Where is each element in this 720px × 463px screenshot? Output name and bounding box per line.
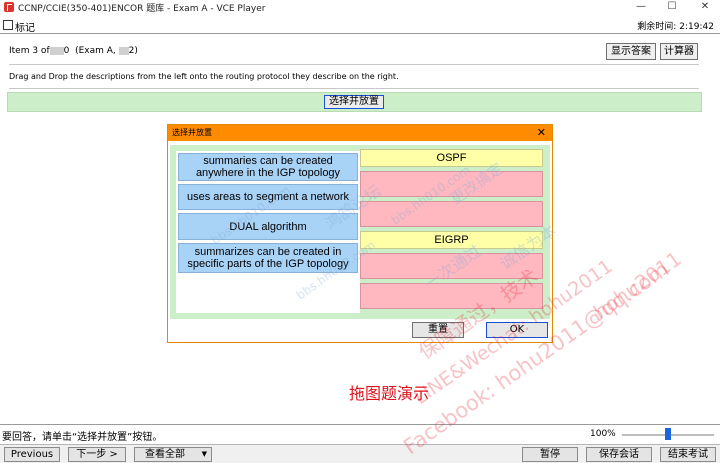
question-instruction: Drag and Drop the descriptions from the … <box>9 72 399 81</box>
select-and-place-dialog: 选择并放置 ✕ summaries can be created anywher… <box>167 124 553 343</box>
redacted-block <box>118 46 129 55</box>
drop-target-area: OSPF EIGRP <box>360 147 545 315</box>
previous-button[interactable]: Previous <box>4 447 60 462</box>
demo-caption: 拖图题演示 <box>349 384 430 403</box>
window-title: CCNP/CCIE(350-401)ENCOR 题库 - Exam A - VC… <box>18 4 266 14</box>
dialog-title-bar: 选择并放置 ✕ <box>168 125 552 141</box>
divider <box>9 88 699 89</box>
reset-button[interactable]: 重置 <box>412 322 464 338</box>
dialog-title: 选择并放置 <box>172 128 212 137</box>
drop-slot[interactable] <box>360 171 543 197</box>
divider <box>9 64 699 65</box>
time-remaining: 剩余时间: 2:19:42 <box>637 19 714 32</box>
drop-slot[interactable] <box>360 283 543 309</box>
mark-checkbox[interactable] <box>3 20 13 30</box>
item-suffix: 0 <box>63 46 70 56</box>
exam-suffix: 2) <box>128 46 138 56</box>
drag-item[interactable]: summarizes can be created in specific pa… <box>178 243 358 273</box>
top-menu-bar: 标记 剩余时间: 2:19:42 <box>0 17 720 34</box>
redacted-block <box>49 46 64 55</box>
divider <box>0 424 720 425</box>
view-all-label: 查看全部 <box>145 449 185 460</box>
dialog-content-pane: summaries can be created anywhere in the… <box>170 145 550 319</box>
close-window-button[interactable]: ✕ <box>690 0 720 14</box>
drag-item[interactable]: uses areas to segment a network <box>178 184 358 210</box>
minimize-button[interactable]: — <box>626 0 656 14</box>
maximize-button[interactable]: ☐ <box>657 0 687 14</box>
item-indicator: Item 3 of 0 (Exam A, 2) <box>9 46 138 56</box>
item-prefix: Item 3 of <box>9 46 50 56</box>
drag-item[interactable]: DUAL algorithm <box>178 213 358 240</box>
calculator-button[interactable]: 计算器 <box>660 43 698 60</box>
app-logo-icon <box>4 2 14 12</box>
zoom-level: 100% <box>590 429 616 439</box>
status-message: 要回答，请单击“选择并放置”按钮。 <box>2 432 163 443</box>
target-header-ospf: OSPF <box>360 149 543 167</box>
view-all-dropdown[interactable]: 查看全部 ▼ <box>134 447 212 462</box>
chevron-down-icon: ▼ <box>201 450 207 458</box>
navigation-bar: Previous 下一步 > 查看全部 ▼ 暂停 保存会话 结束考试 <box>0 444 720 463</box>
drag-source-area: summaries can be created anywhere in the… <box>176 151 360 313</box>
window-title-bar: CCNP/CCIE(350-401)ENCOR 题库 - Exam A - VC… <box>0 0 720 14</box>
zoom-slider-handle[interactable] <box>665 428 671 440</box>
ok-button[interactable]: OK <box>486 322 548 338</box>
time-remaining-label: 剩余时间: <box>637 22 677 32</box>
exam-prefix: (Exam A, <box>75 46 119 56</box>
dialog-close-button[interactable]: ✕ <box>537 125 546 140</box>
pause-button[interactable]: 暂停 <box>522 447 578 462</box>
drag-item[interactable]: summaries can be created anywhere in the… <box>178 153 358 181</box>
drop-slot[interactable] <box>360 201 543 227</box>
next-button[interactable]: 下一步 > <box>68 447 126 462</box>
show-answer-button[interactable]: 显示答案 <box>606 43 656 60</box>
save-session-button[interactable]: 保存会话 <box>586 447 652 462</box>
watermark-text: hohu2011 <box>589 246 686 324</box>
select-and-place-button[interactable]: 选择并放置 <box>324 95 384 109</box>
drop-slot[interactable] <box>360 253 543 279</box>
time-remaining-value: 2:19:42 <box>679 22 714 32</box>
mark-label: 标记 <box>15 23 35 34</box>
end-exam-button[interactable]: 结束考试 <box>660 447 716 462</box>
target-header-eigrp: EIGRP <box>360 231 543 249</box>
